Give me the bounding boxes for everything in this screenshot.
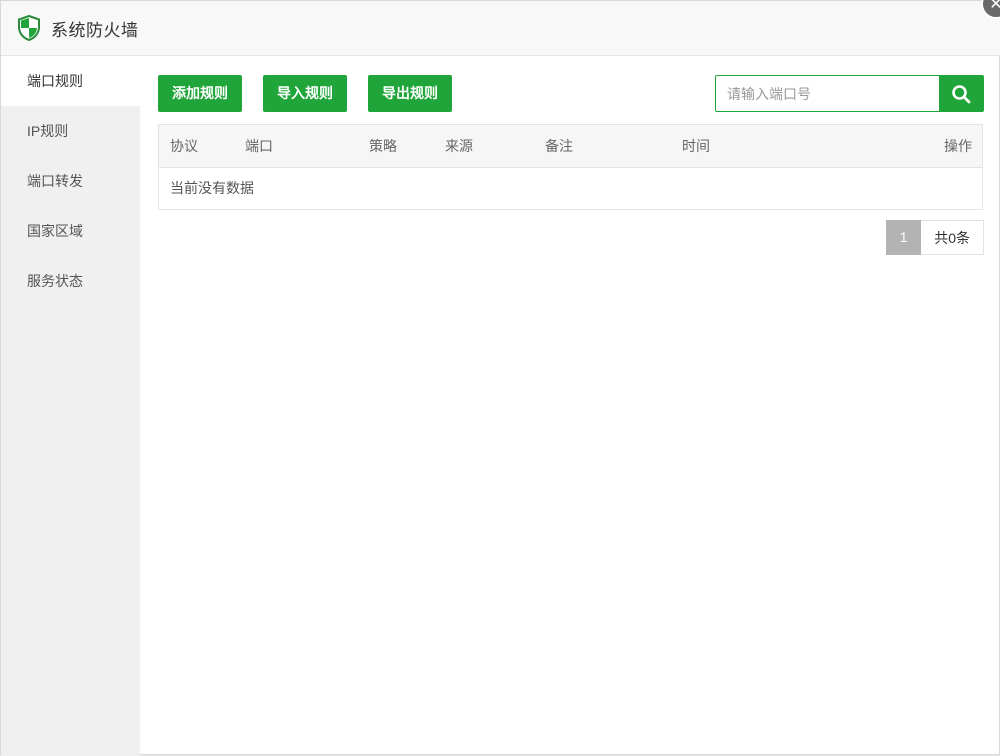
title-bar: 系统防火墙: [1, 1, 1000, 56]
page-number-current[interactable]: 1: [886, 220, 922, 255]
sidebar-item-port-rules[interactable]: 端口规则: [1, 56, 140, 106]
search-input[interactable]: [716, 76, 939, 111]
search-box: [715, 75, 984, 112]
sidebar: 端口规则 IP规则 端口转发 国家区域 服务状态: [1, 56, 140, 756]
shield-icon: [18, 15, 40, 41]
column-header-protocol: 协议: [170, 138, 198, 154]
pagination: 1 共0条: [886, 220, 984, 255]
sidebar-item-service-status[interactable]: 服务状态: [1, 256, 140, 306]
sidebar-item-country-region[interactable]: 国家区域: [1, 206, 140, 256]
search-button[interactable]: [939, 76, 983, 111]
window-title: 系统防火墙: [51, 20, 139, 40]
column-header-port: 端口: [245, 138, 273, 154]
column-header-source: 来源: [445, 138, 473, 154]
pagination-total: 共0条: [921, 220, 984, 255]
column-header-actions: 操作: [944, 138, 972, 154]
sidebar-item-port-forward[interactable]: 端口转发: [1, 156, 140, 206]
add-rule-button[interactable]: 添加规则: [158, 75, 242, 112]
column-header-policy: 策略: [369, 138, 397, 154]
column-header-time: 时间: [682, 138, 710, 154]
sidebar-item-ip-rules[interactable]: IP规则: [1, 106, 140, 156]
empty-table-message: 当前没有数据: [170, 180, 254, 196]
column-header-remark: 备注: [545, 138, 573, 154]
main-panel: 添加规则 导入规则 导出规则 协议 端口 策略 来源 备注 时间: [158, 56, 984, 756]
export-rule-button[interactable]: 导出规则: [368, 75, 452, 112]
import-rule-button[interactable]: 导入规则: [263, 75, 347, 112]
toolbar: 添加规则 导入规则 导出规则: [158, 75, 984, 112]
search-icon: [952, 84, 971, 103]
table-header: 协议 端口 策略 来源 备注 时间 操作: [159, 125, 982, 168]
firewall-window: 系统防火墙 ✕ 端口规则 IP规则 端口转发 国家区域 服务状态 添加规则 导入…: [0, 0, 1000, 756]
rules-table: 协议 端口 策略 来源 备注 时间 操作 当前没有数据: [158, 124, 983, 210]
